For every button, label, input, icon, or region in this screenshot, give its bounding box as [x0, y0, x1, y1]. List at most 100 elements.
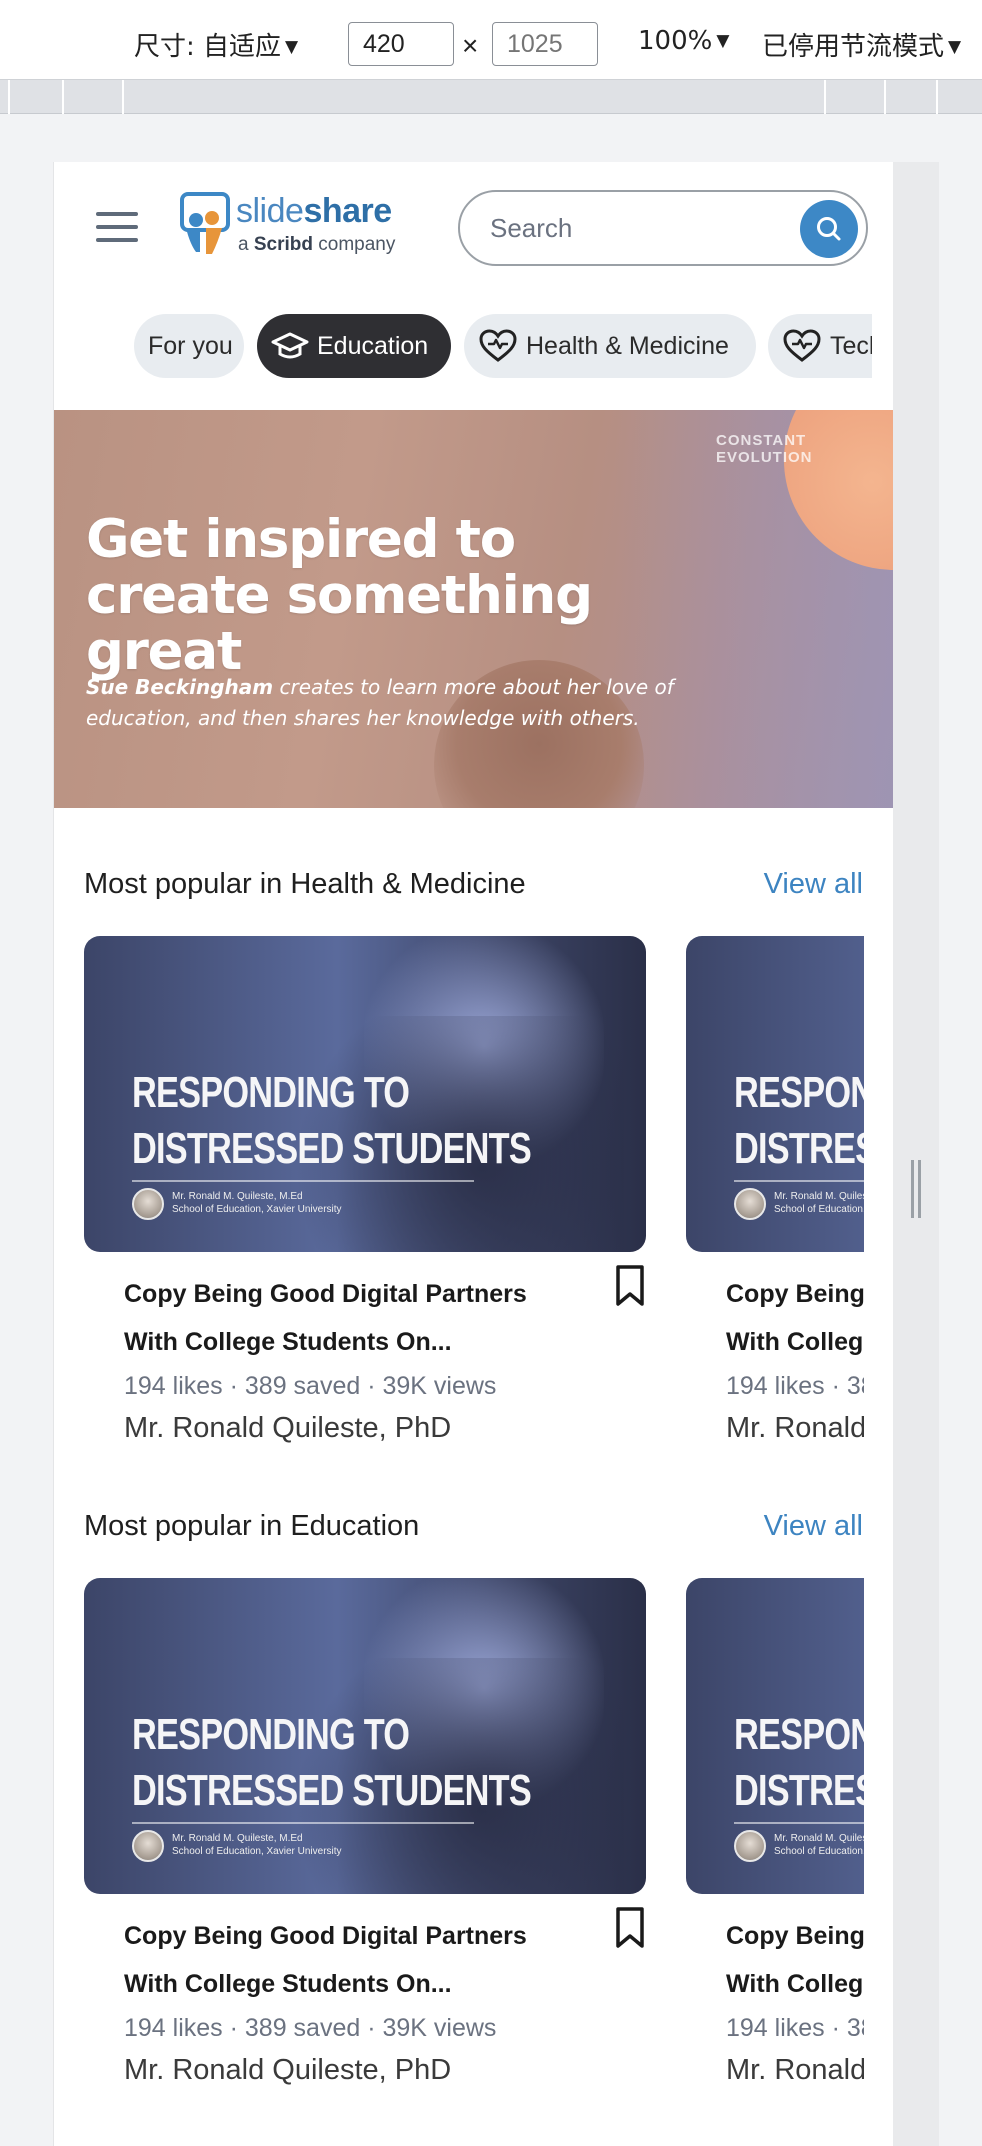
card-title-line: Copy Being Good Digital Partners: [124, 1922, 527, 1950]
ruler-segment: [8, 80, 10, 114]
card-thumbnail[interactable]: RESPONDING TO DISTRESSED STUDENTS Mr. Ro…: [686, 1578, 864, 1894]
card-title[interactable]: Copy Being Good Digital Partners With Col…: [124, 1270, 564, 1366]
thumbnail-title-line: RESPONDING TO: [734, 1068, 864, 1117]
thumbnail-caption: Mr. Ronald M. Quileste, M.Ed School of Ed…: [172, 1832, 342, 1858]
search-box: [458, 190, 868, 266]
brand-name-light: slide: [236, 192, 304, 230]
ruler-segment: [936, 80, 938, 114]
bookmark-icon[interactable]: [614, 1264, 646, 1308]
hero-description: Sue Beckingham creates to learn more abo…: [86, 672, 746, 734]
card-stats: 194 likes · 389 saved · 39K views: [726, 1372, 864, 1400]
thumbnail-title-line: RESPONDING TO: [132, 1068, 410, 1117]
thumbnail-caption-line: Mr. Ronald M. Quileste, M.Ed: [172, 1191, 303, 1202]
view-all-link[interactable]: View all: [764, 868, 863, 901]
thumbnail-caption-line: Mr. Ronald M. Quileste, M.Ed: [774, 1833, 864, 1844]
thumbnail-title-line: RESPONDING TO: [734, 1710, 864, 1759]
card-stats: 194 likes · 389 saved · 39K views: [124, 2014, 497, 2042]
card-title-line: Copy Being Good Digital Partners: [726, 1922, 864, 1950]
media-query-ruler[interactable]: [0, 80, 982, 114]
thumbnail-avatar: [734, 1188, 766, 1220]
chip-education[interactable]: Education: [257, 314, 451, 378]
thumbnail-title-line: DISTRESSED STUDENTS: [132, 1124, 532, 1173]
chip-label: Health & Medicine: [526, 331, 729, 360]
zoom-dropdown[interactable]: 100% ▼: [638, 26, 729, 56]
throttling-label: 已停用节流模式: [762, 32, 945, 62]
presentation-card[interactable]: RESPONDING TO DISTRESSED STUDENTS Mr. Ro…: [84, 936, 646, 1456]
thumbnail-caption: Mr. Ronald M. Quileste, M.Ed School of Ed…: [172, 1190, 342, 1216]
section-title-health-medicine: Most popular in Health & Medicine: [84, 868, 526, 900]
bookmark-icon[interactable]: [614, 1906, 646, 1950]
resize-handle[interactable]: [911, 1160, 921, 1218]
thumbnail-title-line: RESPONDING TO: [132, 1710, 410, 1759]
thumbnail-caption: Mr. Ronald M. Quileste, M.Ed School of Ed…: [774, 1190, 864, 1216]
chevron-down-icon: ▼: [716, 31, 730, 51]
view-all-link[interactable]: View all: [764, 1510, 863, 1543]
viewport-width-input[interactable]: [348, 22, 454, 66]
presentation-card[interactable]: RESPONDING TO DISTRESSED STUDENTS Mr. Ro…: [686, 936, 864, 1456]
thumbnail-caption-line: Mr. Ronald M. Quileste, M.Ed: [172, 1833, 303, 1844]
tagline-brand: Scribd: [253, 234, 313, 255]
thumbnail-caption-line: School of Education, Xavier University: [172, 1846, 342, 1857]
chevron-down-icon: ▼: [948, 37, 962, 57]
category-chips: For you Education Health & Medicine Tech…: [82, 314, 893, 382]
search-button[interactable]: [800, 200, 858, 258]
chips-overflow-mask: [872, 302, 893, 392]
brand-name: slideshare: [236, 192, 392, 231]
card-author[interactable]: Mr. Ronald Quileste, PhD: [124, 1412, 451, 1445]
card-title-line: With College Students On...: [726, 1328, 864, 1356]
card-author[interactable]: Mr. Ronald Quileste, PhD: [726, 1412, 864, 1445]
thumbnail-caption-line: School of Education, Xavier University: [172, 1204, 342, 1215]
thumbnail-caption-line: Mr. Ronald M. Quileste, M.Ed: [774, 1191, 864, 1202]
card-thumbnail[interactable]: RESPONDING TO DISTRESSED STUDENTS Mr. Ro…: [84, 1578, 646, 1894]
ruler-segment: [62, 80, 64, 114]
dimension-separator: ×: [462, 30, 479, 61]
thumbnail-title-line: DISTRESSED STUDENTS: [734, 1124, 864, 1173]
graduation-cap-icon: [271, 332, 309, 359]
card-thumbnail[interactable]: RESPONDING TO DISTRESSED STUDENTS Mr. Ro…: [686, 936, 864, 1252]
heart-pulse-icon: [783, 329, 821, 362]
ruler-segment: [824, 80, 826, 114]
throttling-dropdown[interactable]: 已停用节流模式 ▼: [762, 26, 961, 63]
thumbnail-avatar: [132, 1830, 164, 1862]
page-viewport: slideshare a Scribd company For you Educ…: [53, 162, 893, 2146]
dimensions-dropdown[interactable]: 尺寸: 自适应 ▼: [134, 26, 298, 63]
card-title[interactable]: Copy Being Good Digital Partners With Col…: [124, 1912, 564, 2008]
brand-tagline: a Scribd company: [238, 234, 395, 256]
card-author[interactable]: Mr. Ronald Quileste, PhD: [726, 2054, 864, 2087]
chip-health-medicine[interactable]: Health & Medicine: [464, 314, 756, 378]
hamburger-icon[interactable]: [96, 212, 138, 242]
presentation-card[interactable]: RESPONDING TO DISTRESSED STUDENTS Mr. Ro…: [84, 1578, 646, 2098]
thumbnail-caption-line: School of Education, Xavier University: [774, 1846, 864, 1857]
ruler-segment: [884, 80, 886, 114]
chevron-down-icon: ▼: [285, 37, 299, 57]
hero-banner[interactable]: CONSTANT EVOLUTION Get inspired to creat…: [54, 410, 893, 808]
chip-for-you[interactable]: For you: [134, 314, 244, 378]
card-carousel[interactable]: RESPONDING TO DISTRESSED STUDENTS Mr. Ro…: [84, 1578, 864, 2098]
thumbnail-title-line: DISTRESSED STUDENTS: [132, 1766, 532, 1815]
slideshare-logo[interactable]: slideshare a Scribd company: [176, 190, 426, 260]
thumbnail-title-line: DISTRESSED STUDENTS: [734, 1766, 864, 1815]
tagline-rest: company: [318, 234, 396, 255]
card-stats: 194 likes · 389 saved · 39K views: [726, 2014, 864, 2042]
card-carousel[interactable]: RESPONDING TO DISTRESSED STUDENTS Mr. Ro…: [84, 936, 864, 1456]
card-author[interactable]: Mr. Ronald Quileste, PhD: [124, 2054, 451, 2087]
ruler-segment: [122, 80, 124, 114]
tagline-article: a: [238, 234, 249, 255]
zoom-label: 100%: [638, 26, 713, 56]
card-thumbnail[interactable]: RESPONDING TO DISTRESSED STUDENTS Mr. Ro…: [84, 936, 646, 1252]
chip-label: Education: [317, 331, 429, 360]
card-stats: 194 likes · 389 saved · 39K views: [124, 1372, 497, 1400]
thumbnail-caption: Mr. Ronald M. Quileste, M.Ed School of Ed…: [774, 1832, 864, 1858]
thumbnail-caption-line: School of Education, Xavier University: [774, 1204, 864, 1215]
section-title-education: Most popular in Education: [84, 1510, 420, 1542]
hero-title: Get inspired to create something great: [86, 509, 593, 682]
presentation-card[interactable]: RESPONDING TO DISTRESSED STUDENTS Mr. Ro…: [686, 1578, 864, 2098]
viewport-height-input[interactable]: [492, 22, 598, 66]
resize-strip: [893, 162, 939, 2146]
search-input[interactable]: [490, 208, 780, 248]
dimensions-label: 尺寸: 自适应: [134, 32, 282, 62]
chip-label: For you: [148, 331, 233, 360]
card-title-line: With College Students On...: [124, 1970, 452, 1998]
card-title[interactable]: Copy Being Good Digital Partners With Col…: [726, 1270, 864, 1366]
card-title[interactable]: Copy Being Good Digital Partners With Col…: [726, 1912, 864, 2008]
